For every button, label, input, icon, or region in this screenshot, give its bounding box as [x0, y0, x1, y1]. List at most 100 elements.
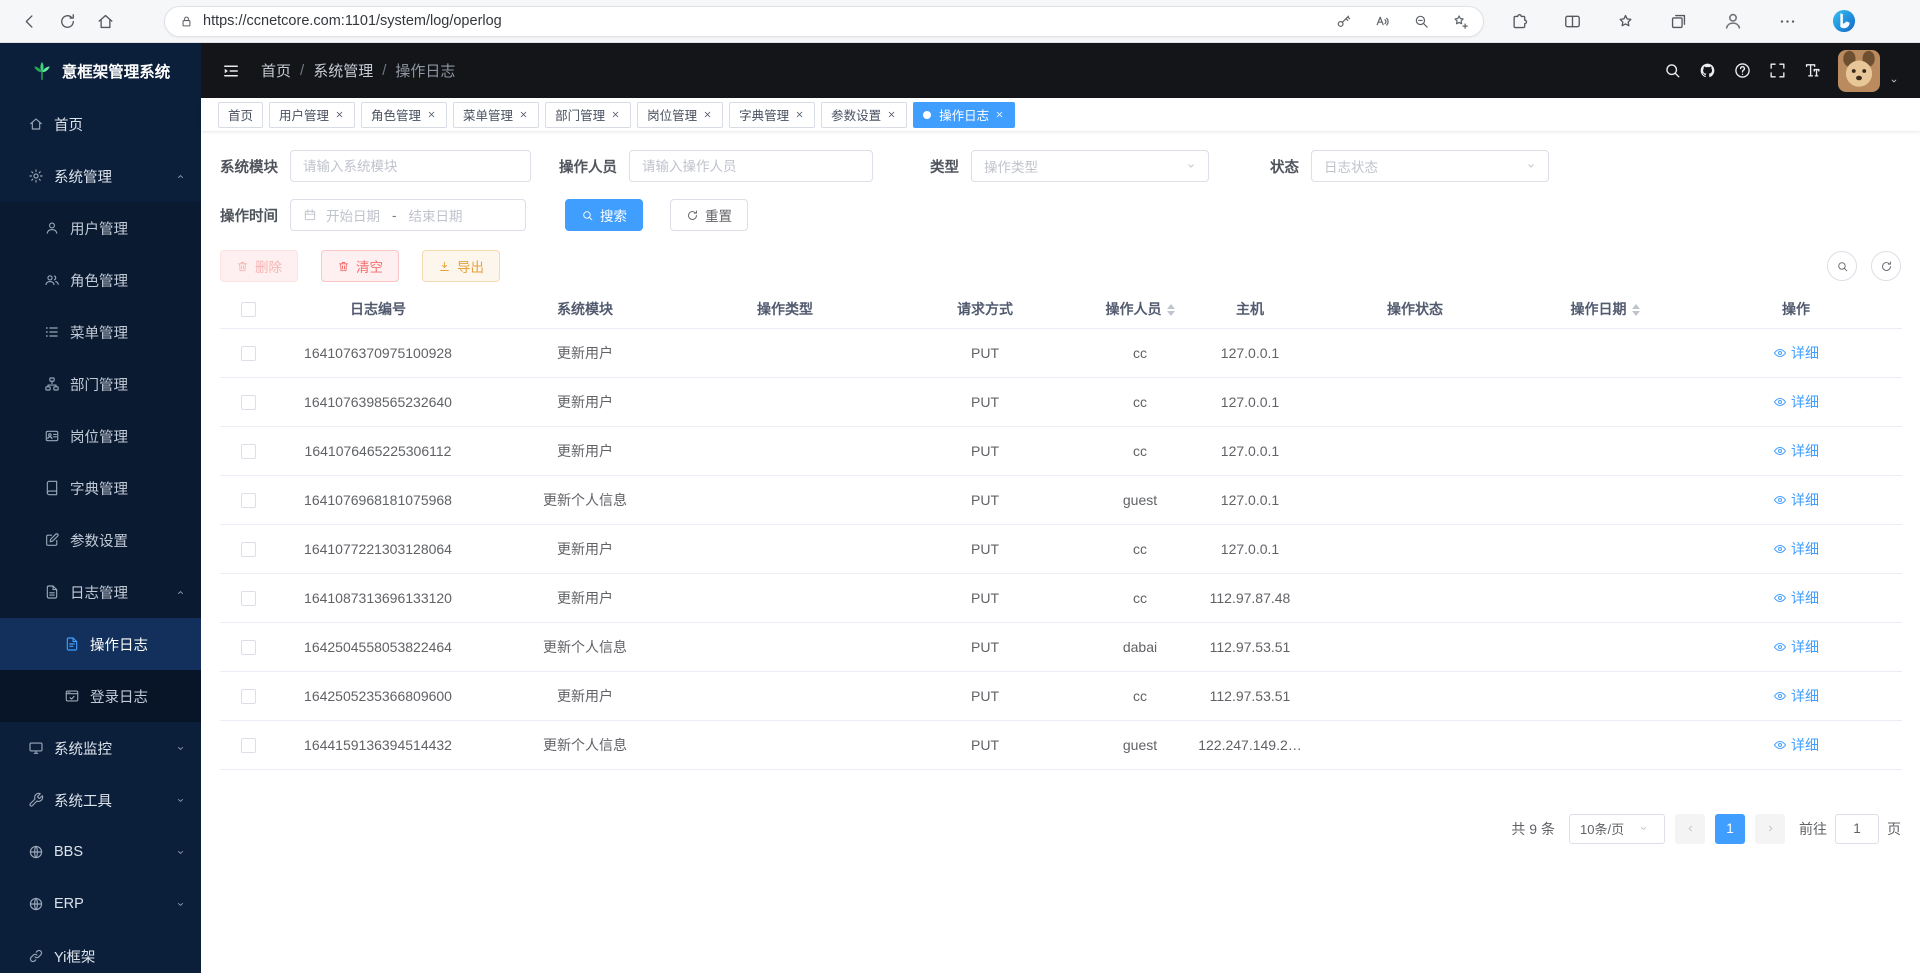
sidebar-item-system-tools[interactable]: 系统工具	[0, 774, 201, 826]
sidebar-toggle-icon[interactable]	[221, 61, 241, 81]
close-icon[interactable]	[334, 109, 345, 120]
sidebar-item-erp[interactable]: ERP	[0, 878, 201, 930]
date-range-picker[interactable]: 开始日期 - 结束日期	[290, 199, 526, 231]
close-icon[interactable]	[702, 109, 713, 120]
sidebar-item-user-management[interactable]: 用户管理	[0, 202, 201, 254]
collections-icon[interactable]	[1669, 12, 1688, 31]
table-row[interactable]: 1644159136394514432更新个人信息PUTguest122.247…	[220, 720, 1902, 769]
module-input[interactable]	[290, 150, 531, 182]
github-icon[interactable]	[1698, 61, 1717, 80]
table-row[interactable]: 1641087313696133120更新用户PUTcc112.97.87.48…	[220, 573, 1902, 622]
close-icon[interactable]	[794, 109, 805, 120]
export-button[interactable]: 导出	[422, 250, 500, 282]
row-checkbox[interactable]	[241, 444, 256, 459]
extensions-icon[interactable]	[1510, 12, 1529, 31]
browser-refresh-button[interactable]	[48, 4, 86, 38]
sidebar-item-home[interactable]: 首页	[0, 98, 201, 150]
tab-item[interactable]: 首页	[218, 102, 263, 128]
sidebar-item-log-management[interactable]: 日志管理	[0, 566, 201, 618]
row-checkbox[interactable]	[241, 395, 256, 410]
browser-back-button[interactable]	[10, 4, 48, 38]
user-avatar[interactable]	[1838, 50, 1880, 92]
page-number-button[interactable]: 1	[1715, 814, 1745, 844]
sidebar-item-role-management[interactable]: 角色管理	[0, 254, 201, 306]
close-icon[interactable]	[518, 109, 529, 120]
detail-link[interactable]: 详细	[1773, 539, 1819, 559]
type-select[interactable]: 操作类型	[971, 150, 1209, 182]
tab-item[interactable]: 角色管理	[361, 102, 447, 128]
delete-button[interactable]: 删除	[220, 250, 298, 282]
sidebar-item-yi-framework[interactable]: Yi框架	[0, 930, 201, 973]
operator-input[interactable]	[629, 150, 873, 182]
table-row[interactable]: 1642504558053822464更新个人信息PUTdabai112.97.…	[220, 622, 1902, 671]
table-row[interactable]: 1641076370975100928更新用户PUTcc127.0.0.1详细	[220, 328, 1902, 377]
sidebar-item-system-monitor[interactable]: 系统监控	[0, 722, 201, 774]
table-row[interactable]: 1642505235366809600更新用户PUTcc112.97.53.51…	[220, 671, 1902, 720]
tab-item[interactable]: 参数设置	[821, 102, 907, 128]
row-checkbox[interactable]	[241, 542, 256, 557]
tab-active[interactable]: 操作日志	[913, 102, 1015, 128]
detail-link[interactable]: 详细	[1773, 588, 1819, 608]
detail-link[interactable]: 详细	[1773, 637, 1819, 657]
row-checkbox[interactable]	[241, 346, 256, 361]
close-icon[interactable]	[426, 109, 437, 120]
detail-link[interactable]: 详细	[1773, 686, 1819, 706]
read-aloud-icon[interactable]	[1374, 13, 1391, 30]
select-all-checkbox[interactable]	[241, 302, 256, 317]
sidebar-item-login-log[interactable]: 登录日志	[0, 670, 201, 722]
split-screen-icon[interactable]	[1563, 12, 1582, 31]
sidebar-item-dict-management[interactable]: 字典管理	[0, 462, 201, 514]
font-size-icon[interactable]	[1803, 61, 1822, 80]
prev-page-button[interactable]	[1675, 814, 1705, 844]
row-checkbox[interactable]	[241, 640, 256, 655]
zoom-out-icon[interactable]	[1413, 13, 1430, 30]
sidebar-item-operation-log[interactable]: 操作日志	[0, 618, 201, 670]
sidebar-item-bbs[interactable]: BBS	[0, 826, 201, 878]
table-refresh-button[interactable]	[1871, 251, 1901, 281]
address-bar[interactable]: https://ccnetcore.com:1101/system/log/op…	[164, 6, 1484, 37]
row-checkbox[interactable]	[241, 689, 256, 704]
next-page-button[interactable]	[1755, 814, 1785, 844]
row-checkbox[interactable]	[241, 738, 256, 753]
add-favorite-icon[interactable]	[1452, 13, 1469, 30]
sidebar-item-dept-management[interactable]: 部门管理	[0, 358, 201, 410]
browser-profile-icon[interactable]	[1722, 10, 1744, 32]
sidebar-item-post-management[interactable]: 岗位管理	[0, 410, 201, 462]
clear-button[interactable]: 清空	[321, 250, 399, 282]
detail-link[interactable]: 详细	[1773, 392, 1819, 412]
help-icon[interactable]	[1733, 61, 1752, 80]
sidebar-item-param-settings[interactable]: 参数设置	[0, 514, 201, 566]
table-header-cell[interactable]: 操作人员	[1090, 290, 1190, 328]
tab-item[interactable]: 菜单管理	[453, 102, 539, 128]
reset-button[interactable]: 重置	[670, 199, 748, 231]
row-checkbox[interactable]	[241, 591, 256, 606]
sort-caret[interactable]	[1167, 304, 1175, 316]
fullscreen-icon[interactable]	[1768, 61, 1787, 80]
page-size-select[interactable]: 10条/页	[1569, 814, 1665, 844]
tab-item[interactable]: 字典管理	[729, 102, 815, 128]
bing-discover-icon[interactable]	[1831, 8, 1857, 34]
header-search-icon[interactable]	[1663, 61, 1682, 80]
table-header-cell[interactable]: 操作日期	[1520, 290, 1690, 328]
detail-link[interactable]: 详细	[1773, 441, 1819, 461]
breadcrumb-item[interactable]: 系统管理	[313, 60, 373, 81]
tab-item[interactable]: 岗位管理	[637, 102, 723, 128]
table-row[interactable]: 1641076465225306112更新用户PUTcc127.0.0.1详细	[220, 426, 1902, 475]
close-icon[interactable]	[886, 109, 897, 120]
tab-item[interactable]: 部门管理	[545, 102, 631, 128]
tab-item[interactable]: 用户管理	[269, 102, 355, 128]
toggle-search-button[interactable]	[1827, 251, 1857, 281]
close-icon[interactable]	[610, 109, 621, 120]
search-button[interactable]: 搜索	[565, 199, 643, 231]
status-select[interactable]: 日志状态	[1311, 150, 1549, 182]
browser-home-button[interactable]	[86, 4, 124, 38]
close-icon[interactable]	[994, 109, 1005, 120]
table-row[interactable]: 1641077221303128064更新用户PUTcc127.0.0.1详细	[220, 524, 1902, 573]
table-row[interactable]: 1641076398565232640更新用户PUTcc127.0.0.1详细	[220, 377, 1902, 426]
sort-caret[interactable]	[1632, 304, 1640, 316]
detail-link[interactable]: 详细	[1773, 343, 1819, 363]
browser-menu-icon[interactable]	[1778, 12, 1797, 31]
sidebar-item-menu-management[interactable]: 菜单管理	[0, 306, 201, 358]
detail-link[interactable]: 详细	[1773, 735, 1819, 755]
detail-link[interactable]: 详细	[1773, 490, 1819, 510]
